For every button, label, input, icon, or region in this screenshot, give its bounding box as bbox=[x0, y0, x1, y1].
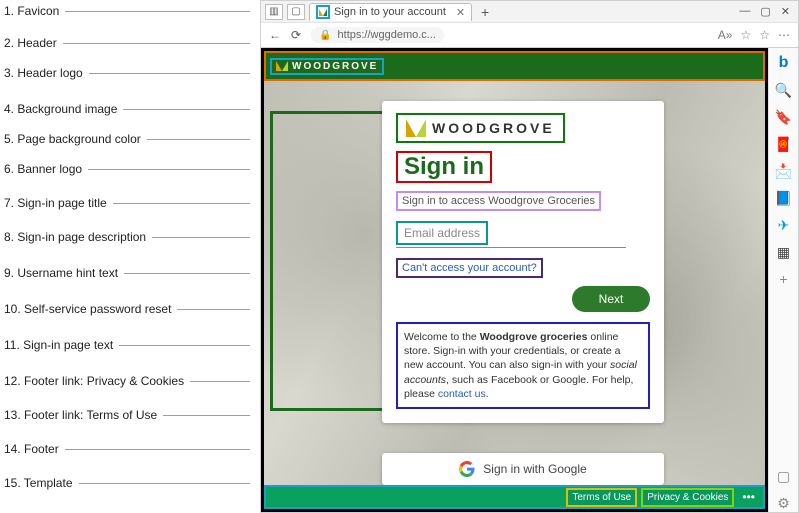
annot-7: 7. Sign-in page title bbox=[4, 196, 107, 210]
annot-10: 10. Self-service password reset bbox=[4, 302, 171, 316]
page-viewport: WOODGROVE WOODGROVE Sign in Sign in to a… bbox=[261, 48, 768, 512]
annot-6: 6. Banner logo bbox=[4, 162, 82, 176]
sidebar-search-icon[interactable]: 🔍 bbox=[775, 82, 792, 99]
tab-title: Sign in to your account bbox=[334, 6, 446, 18]
lock-icon: 🔒 bbox=[319, 30, 331, 41]
favicon-icon bbox=[316, 5, 330, 19]
woodgrove-logo-icon bbox=[276, 61, 288, 71]
tab-actions-button[interactable]: ▥ bbox=[265, 4, 283, 20]
footer-privacy-link[interactable]: Privacy & Cookies bbox=[641, 488, 734, 507]
sidebar-shopping-icon[interactable]: 🔖 bbox=[775, 109, 792, 126]
new-tab-button[interactable]: + bbox=[476, 4, 494, 20]
woodgrove-logo-icon bbox=[406, 119, 426, 137]
profile-button[interactable]: ☆ bbox=[740, 28, 751, 42]
overflow-button[interactable]: ⋯ bbox=[778, 28, 790, 42]
annot-12: 12. Footer link: Privacy & Cookies bbox=[4, 374, 184, 388]
email-field[interactable]: Email address bbox=[396, 221, 488, 245]
sidebar-add-button[interactable]: + bbox=[779, 271, 787, 287]
sspr-link[interactable]: Can't access your account? bbox=[396, 258, 543, 278]
header-logo-text: WOODGROVE bbox=[292, 61, 378, 72]
favorites-button[interactable]: ☆ bbox=[759, 28, 770, 42]
signin-card: WOODGROVE Sign in Sign in to access Wood… bbox=[382, 101, 664, 423]
edge-sidebar: b 🔍 🔖 🧧 📩 📘 ✈ ▦ + ▢ ⚙ bbox=[768, 48, 798, 512]
reader-button[interactable]: A» bbox=[718, 28, 733, 42]
signin-title: Sign in bbox=[396, 151, 492, 183]
annot-5: 5. Page background color bbox=[4, 132, 141, 146]
sidebar-outlook-icon[interactable]: 📩 bbox=[775, 163, 792, 180]
signin-description: Sign in to access Woodgrove Groceries bbox=[396, 191, 601, 211]
banner-logo-text: WOODGROVE bbox=[432, 120, 555, 136]
google-signin-button[interactable]: Sign in with Google bbox=[382, 453, 664, 485]
footer-more-button[interactable]: ••• bbox=[738, 490, 759, 504]
annot-14: 14. Footer bbox=[4, 442, 59, 456]
browser-window: ▥ ▢ Sign in to your account ✕ + — ▢ ✕ ← … bbox=[260, 0, 799, 513]
annot-11: 11. Sign-in page text bbox=[4, 338, 113, 352]
browser-tab[interactable]: Sign in to your account ✕ bbox=[309, 3, 472, 21]
annot-1: 1. Favicon bbox=[4, 4, 59, 18]
annotation-panel: 1. Favicon 2. Header 3. Header logo 4. B… bbox=[0, 0, 260, 513]
sidebar-grid-icon[interactable]: ▦ bbox=[777, 244, 790, 261]
browser-toolbar: ← ⟳ 🔒 https://wggdemo.c... A» ☆ ☆ ⋯ bbox=[260, 22, 799, 48]
window-close-button[interactable]: ✕ bbox=[781, 5, 790, 18]
window-minimize-button[interactable]: — bbox=[739, 5, 750, 18]
address-bar[interactable]: 🔒 https://wggdemo.c... bbox=[311, 27, 444, 43]
back-button[interactable]: ← bbox=[269, 28, 281, 42]
sidebar-settings-icon[interactable]: ⚙ bbox=[777, 495, 790, 512]
annot-13: 13. Footer link: Terms of Use bbox=[4, 408, 157, 422]
sidebar-tools-icon[interactable]: 🧧 bbox=[775, 136, 792, 153]
url-text: https://wggdemo.c... bbox=[338, 29, 436, 41]
annot-9: 9. Username hint text bbox=[4, 266, 118, 280]
email-underline bbox=[396, 247, 626, 248]
google-icon bbox=[459, 461, 475, 477]
page-footer: Terms of Use Privacy & Cookies ••• bbox=[264, 485, 765, 509]
window-maximize-button[interactable]: ▢ bbox=[760, 5, 770, 18]
contact-us-link[interactable]: contact us bbox=[438, 388, 486, 400]
footer-terms-link[interactable]: Terms of Use bbox=[566, 488, 637, 507]
page-header: WOODGROVE bbox=[264, 51, 765, 81]
sidebar-collapse-icon[interactable]: ▢ bbox=[777, 468, 790, 485]
annot-4: 4. Background image bbox=[4, 102, 117, 116]
google-signin-label: Sign in with Google bbox=[483, 462, 586, 476]
tab-overview-button[interactable]: ▢ bbox=[287, 4, 305, 20]
annot-3: 3. Header logo bbox=[4, 66, 83, 80]
sidebar-office-icon[interactable]: 📘 bbox=[775, 190, 792, 207]
banner-logo: WOODGROVE bbox=[396, 113, 565, 143]
annot-8: 8. Sign-in page description bbox=[4, 230, 146, 244]
header-logo[interactable]: WOODGROVE bbox=[270, 58, 384, 75]
next-button[interactable]: Next bbox=[572, 286, 650, 312]
signin-page-text: Welcome to the Woodgrove groceries onlin… bbox=[396, 322, 650, 409]
annot-15: 15. Template bbox=[4, 476, 73, 490]
window-titlebar: ▥ ▢ Sign in to your account ✕ + — ▢ ✕ bbox=[260, 0, 799, 22]
refresh-button[interactable]: ⟳ bbox=[291, 28, 301, 42]
tab-close-icon[interactable]: ✕ bbox=[456, 6, 465, 19]
sidebar-send-icon[interactable]: ✈ bbox=[778, 217, 790, 234]
bing-icon[interactable]: b bbox=[779, 54, 789, 72]
annot-2: 2. Header bbox=[4, 36, 57, 50]
